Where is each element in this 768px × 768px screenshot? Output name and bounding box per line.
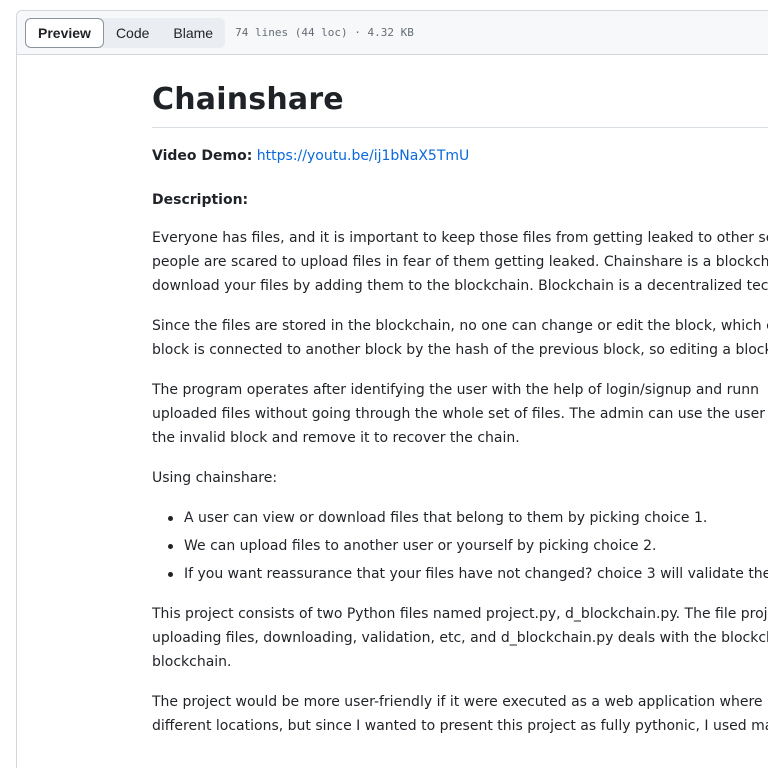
paragraph-line: Since the files are stored in the blockc… [152, 318, 768, 334]
paragraph-1: Everyone has files, and it is important … [152, 226, 768, 298]
readme-article: Chainshare Video Demo: https://youtu.be/… [152, 56, 768, 738]
paragraph-line: different locations, but since I wanted … [152, 718, 768, 734]
paragraph-5: The project would be more user-friendly … [152, 690, 768, 738]
list-item: We can upload files to another user or y… [168, 534, 768, 558]
description-heading: Description: [152, 192, 249, 208]
list-item-text: A user can view or download files that b… [184, 510, 708, 526]
usage-list: A user can view or download files that b… [152, 506, 768, 586]
paragraph-line: uploading files, downloading, validation… [152, 630, 768, 646]
paragraph-line: blockchain. [152, 654, 232, 670]
paragraph-line: Everyone has files, and it is important … [152, 230, 768, 246]
preview-button[interactable]: Preview [25, 17, 104, 48]
video-demo-label: Video Demo: [152, 148, 253, 164]
paragraph-line: block is connected to another block by t… [152, 342, 768, 358]
list-item: A user can view or download files that b… [168, 506, 768, 530]
using-label: Using chainshare: [152, 470, 278, 486]
blame-button[interactable]: Blame [161, 18, 225, 48]
list-item: If you want reassurance that your files … [168, 562, 768, 586]
paragraph-line: download your files by adding them to th… [152, 278, 768, 294]
paragraph-line: the invalid block and remove it to recov… [152, 430, 520, 446]
view-mode-switcher: Preview Code Blame [25, 17, 226, 48]
paragraph-2: Since the files are stored in the blockc… [152, 314, 768, 362]
code-button[interactable]: Code [104, 18, 161, 48]
readme-title: Chainshare [152, 82, 768, 128]
paragraph-line: The program operates after identifying t… [152, 382, 760, 398]
paragraph-line: This project consists of two Python file… [152, 606, 768, 622]
bullet-icon [168, 544, 173, 549]
bullet-icon [168, 572, 173, 577]
paragraph-4: This project consists of two Python file… [152, 602, 768, 674]
file-info: 74 lines (44 loc) · 4.32 KB [235, 26, 414, 39]
paragraph-3: The program operates after identifying t… [152, 378, 768, 450]
list-item-text: If you want reassurance that your files … [184, 566, 768, 582]
list-item-text: We can upload files to another user or y… [184, 538, 657, 554]
paragraph-line: people are scared to upload files in fea… [152, 254, 768, 270]
video-demo-link[interactable]: https://youtu.be/ij1bNaX5TmU [257, 148, 470, 164]
bullet-icon [168, 516, 173, 521]
paragraph-line: uploaded files without going through the… [152, 406, 765, 422]
file-header: Preview Code Blame 74 lines (44 loc) · 4… [17, 11, 768, 55]
video-demo-line: Video Demo: https://youtu.be/ij1bNaX5TmU [152, 144, 768, 168]
paragraph-line: The project would be more user-friendly … [152, 694, 763, 710]
